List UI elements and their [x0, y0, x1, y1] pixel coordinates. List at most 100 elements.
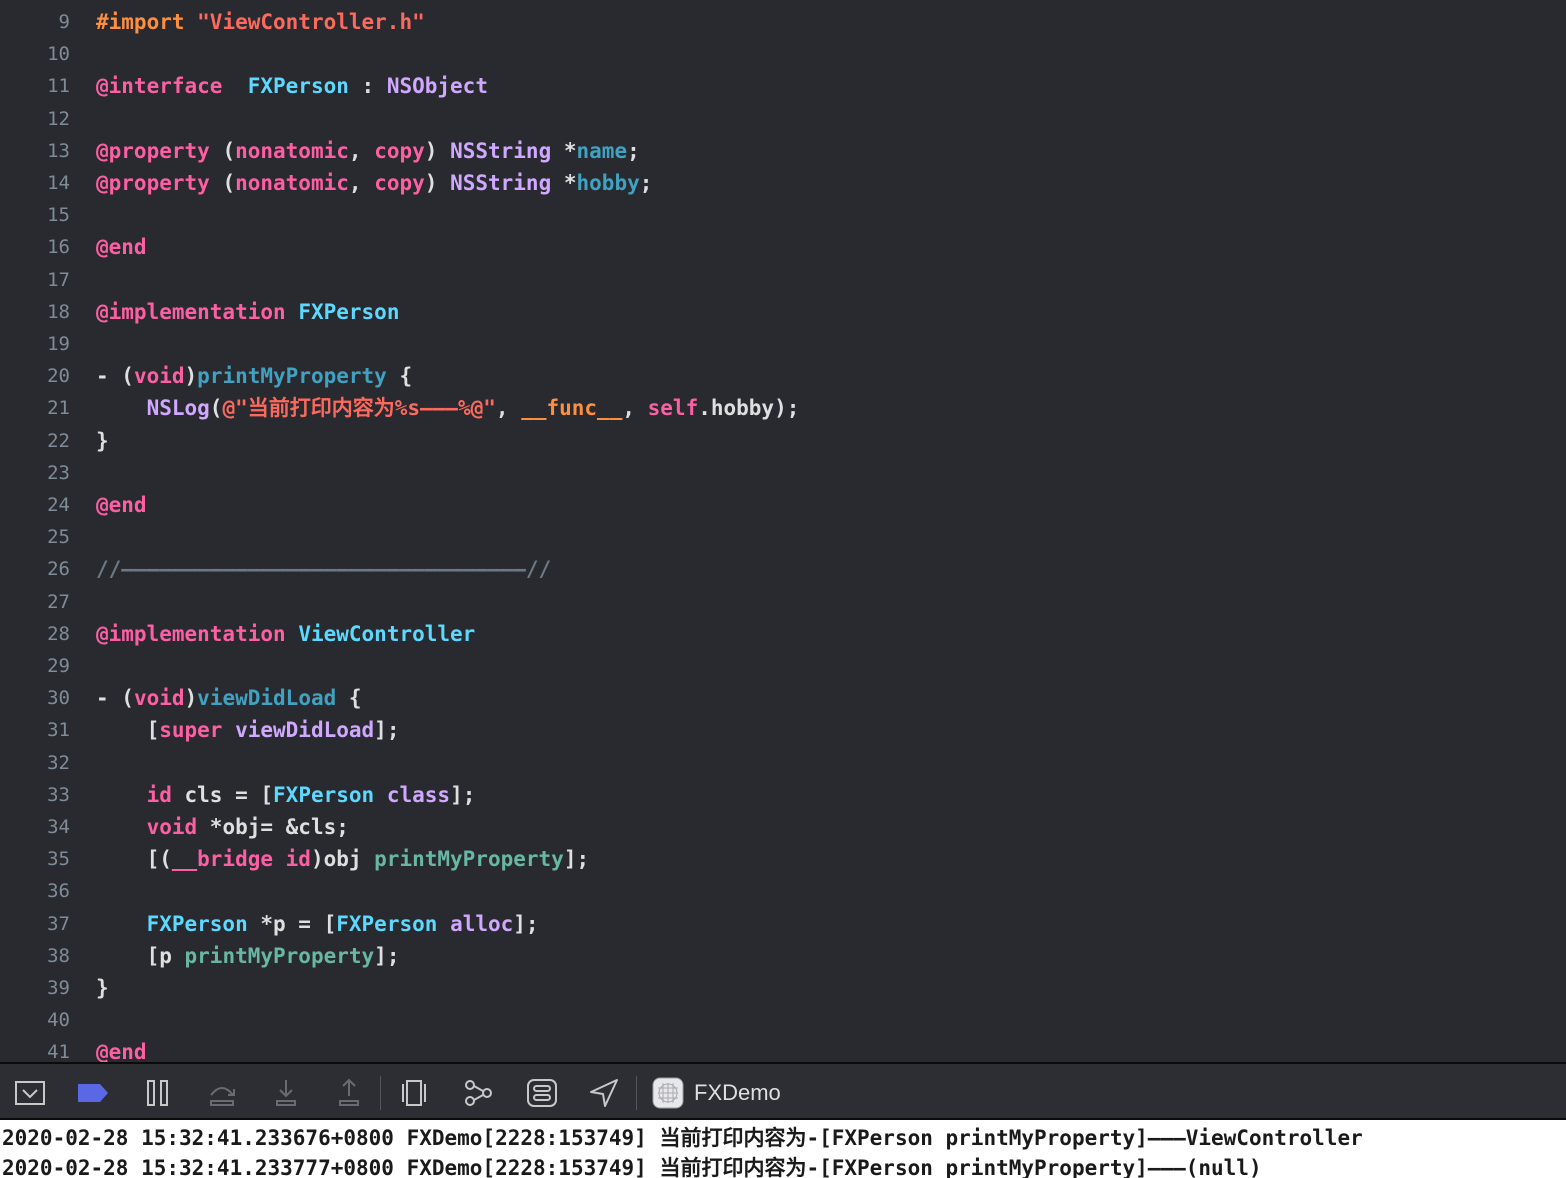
- code-token: ): [184, 364, 198, 389]
- code-token: [(: [96, 847, 172, 872]
- code-token: @end: [96, 235, 147, 260]
- code-token: @end: [96, 493, 147, 517]
- code-line[interactable]: 26 //————————————————————————————————//: [0, 553, 1566, 585]
- code-token: void: [133, 686, 185, 711]
- code-text: @end: [96, 489, 147, 521]
- console-output[interactable]: 2020-02-28 15:32:41.233676+0800 FXDemo[2…: [0, 1120, 1566, 1178]
- code-token: printMyProperty: [374, 847, 564, 872]
- code-line[interactable]: 21 NSLog(@"当前打印内容为%s———%@", __func__, se…: [0, 392, 1566, 424]
- code-line[interactable]: 9 #import "ViewController.h": [0, 6, 1566, 38]
- code-token: *obj= &cls;: [197, 815, 349, 839]
- line-number: 9: [58, 11, 70, 33]
- code-line[interactable]: 41 @end: [0, 1036, 1566, 1062]
- code-line[interactable]: 17: [0, 264, 1566, 296]
- memory-graph-icon[interactable]: [461, 1076, 495, 1110]
- line-number: 29: [47, 655, 70, 677]
- code-token: #import: [96, 10, 198, 34]
- code-line[interactable]: 39}: [0, 972, 1566, 1004]
- code-line[interactable]: 27: [0, 586, 1566, 618]
- debug-view-hierarchy-icon[interactable]: [397, 1076, 431, 1110]
- breakpoints-toggle-icon[interactable]: [76, 1076, 110, 1110]
- code-line[interactable]: 11 @interface FXPerson : NSObject: [0, 70, 1566, 102]
- code-token: - (: [96, 686, 134, 711]
- code-line[interactable]: 13 @property (nonatomic, copy) NSString *…: [0, 135, 1566, 167]
- code-token: ;: [627, 138, 640, 163]
- line-number: 13: [47, 139, 70, 162]
- line-number: 23: [47, 461, 70, 484]
- code-text: [p printMyProperty];: [96, 940, 400, 972]
- code-token: void: [146, 815, 198, 839]
- code-token: {: [386, 364, 413, 389]
- console-line: 2020-02-28 15:32:41.233676+0800 FXDemo[2…: [2, 1126, 1363, 1150]
- environment-overrides-icon[interactable]: [525, 1076, 559, 1110]
- code-token: viewDidLoad: [197, 686, 337, 711]
- code-line[interactable]: 38 [p printMyProperty];: [0, 940, 1566, 972]
- code-line[interactable]: 25: [0, 521, 1566, 553]
- step-into-icon[interactable]: [269, 1076, 303, 1110]
- code-text: - (void)printMyProperty {: [96, 360, 412, 392]
- code-line[interactable]: 24 @end: [0, 489, 1566, 521]
- code-line[interactable]: 29: [0, 650, 1566, 682]
- line-number: 26: [47, 558, 70, 581]
- code-text: - (void)viewDidLoad {: [96, 682, 362, 714]
- code-text: NSLog(@"当前打印内容为%s———%@", __func__, self.…: [96, 392, 800, 424]
- code-text: #import "ViewController.h": [96, 6, 425, 38]
- code-line[interactable]: 20 - (void)printMyProperty {: [0, 360, 1566, 392]
- code-line[interactable]: 14 @property (nonatomic, copy) NSString *…: [0, 167, 1566, 199]
- line-number: 21: [47, 397, 70, 420]
- code-line[interactable]: 19: [0, 328, 1566, 360]
- code-token: @end: [96, 1040, 147, 1062]
- code-token: copy: [374, 138, 425, 163]
- code-token: @interface: [96, 74, 223, 99]
- code-line[interactable]: 18 @implementation FXPerson: [0, 296, 1566, 328]
- code-line[interactable]: 35 [(__bridge id)obj printMyProperty];: [0, 843, 1566, 875]
- code-line[interactable]: 36: [0, 875, 1566, 907]
- code-line[interactable]: 10: [0, 38, 1566, 70]
- code-token: "ViewController.h": [197, 10, 425, 34]
- code-line[interactable]: 31 [super viewDidLoad];: [0, 714, 1566, 746]
- code-line[interactable]: 12: [0, 103, 1566, 135]
- step-out-icon[interactable]: [332, 1076, 366, 1110]
- line-number: 32: [47, 751, 70, 774]
- code-token: FXPerson: [146, 911, 248, 936]
- code-text: [super viewDidLoad];: [96, 714, 400, 746]
- code-token: @property: [96, 138, 210, 163]
- line-number: 16: [47, 236, 70, 259]
- code-token: ): [424, 171, 451, 195]
- code-line[interactable]: 28 @implementation ViewController: [0, 618, 1566, 650]
- code-line[interactable]: 32: [0, 747, 1566, 779]
- code-token: ,: [495, 396, 522, 421]
- source-editor[interactable]: 9 #import "ViewController.h" 10 11 @interfac…: [0, 0, 1566, 1062]
- scheme-selector[interactable]: FXDemo: [652, 1076, 781, 1110]
- code-token: ,: [348, 138, 375, 163]
- code-line[interactable]: 37 FXPerson *p = [FXPerson alloc];: [0, 908, 1566, 940]
- line-number: 24: [47, 494, 70, 516]
- step-over-icon[interactable]: [205, 1076, 239, 1110]
- line-number: 15: [47, 204, 70, 227]
- code-token: ];: [374, 718, 400, 743]
- code-line[interactable]: 34 void *obj= &cls;: [0, 811, 1566, 843]
- code-line[interactable]: 33 id cls = [FXPerson class];: [0, 779, 1566, 811]
- code-token: nonatomic: [235, 171, 349, 195]
- code-line[interactable]: 22}: [0, 425, 1566, 457]
- code-line[interactable]: 40: [0, 1004, 1566, 1036]
- simulate-location-icon[interactable]: [587, 1076, 621, 1110]
- code-token: FXPerson: [247, 74, 349, 99]
- pause-icon[interactable]: [141, 1076, 175, 1110]
- code-token: ];: [513, 911, 539, 936]
- code-token: (: [209, 396, 223, 421]
- line-number: 38: [47, 944, 70, 967]
- code-line[interactable]: 23: [0, 457, 1566, 489]
- code-line[interactable]: 16 @end: [0, 231, 1566, 263]
- hide-debug-area-icon[interactable]: [13, 1076, 47, 1110]
- code-token: viewDidLoad: [235, 718, 375, 743]
- code-token: id: [146, 782, 172, 807]
- code-token: printMyProperty: [184, 943, 375, 968]
- line-number: 41: [47, 1041, 70, 1062]
- code-line[interactable]: 30 - (void)viewDidLoad {: [0, 682, 1566, 714]
- code-line[interactable]: 15: [0, 199, 1566, 231]
- code-token: )obj: [310, 847, 375, 872]
